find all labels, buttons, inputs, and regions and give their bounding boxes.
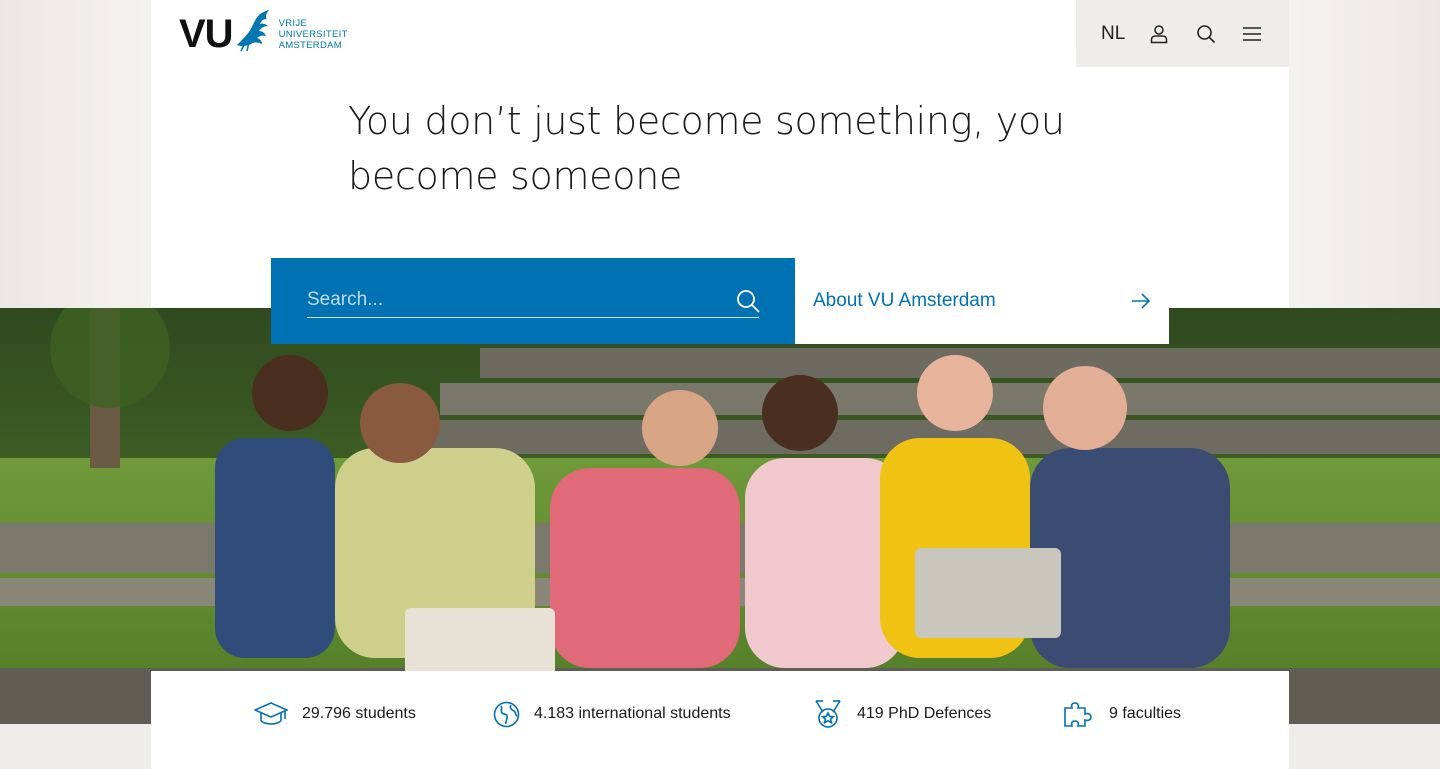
students-photo-illustration [0, 308, 1440, 724]
page-background-right [1289, 0, 1440, 308]
stat-label: 9 faculties [1109, 705, 1182, 722]
logo-wordmark-line: UNIVERSITEIT [278, 28, 348, 40]
account-button[interactable] [1139, 14, 1179, 54]
students-group-photo [0, 308, 1440, 724]
stat-label: 29.796 students [302, 705, 416, 722]
logo-mark: VU [179, 12, 234, 56]
puzzle-icon [1064, 702, 1092, 727]
stat-faculties: 9 faculties [1063, 699, 1181, 729]
menu-button[interactable] [1232, 14, 1272, 54]
logo-wordmark-line: AMSTERDAM [278, 39, 342, 51]
header-tools: NL [1076, 0, 1289, 67]
graduation-cap-icon [254, 702, 288, 725]
search-input[interactable] [307, 286, 759, 318]
stat-international-students: 4.183 international students [493, 699, 731, 729]
logo-wordmark: VRIJE UNIVERSITEIT AMSTERDAM [279, 18, 348, 51]
medal-icon [815, 700, 841, 728]
site-search-form [271, 258, 795, 344]
language-switch-button[interactable]: NL [1093, 14, 1133, 54]
stat-label: 4.183 international students [534, 705, 731, 722]
about-vu-link[interactable]: About VU Amsterdam [795, 258, 1169, 344]
about-vu-label: About VU Amsterdam [813, 290, 996, 311]
globe-icon [493, 701, 520, 727]
header-search-button[interactable] [1186, 14, 1226, 54]
user-icon [1151, 24, 1168, 43]
search-icon [1196, 24, 1215, 43]
stat-phd-defences: 419 PhD Defences [813, 699, 991, 729]
key-figures-bar: 29.796 students 4.183 international stud… [151, 671, 1289, 769]
hero-title-line: become someone [348, 154, 683, 198]
vu-logo-link[interactable]: VU VRIJE UNIVERSITEIT AMSTERDAM [179, 10, 348, 56]
griffin-logo-icon [236, 10, 269, 52]
hamburger-menu-icon [1242, 26, 1261, 41]
search-icon[interactable] [735, 288, 761, 314]
hero-title-line: You don’t just become something, you [348, 99, 1065, 143]
arrow-right-icon [1132, 293, 1151, 309]
site-header: VU VRIJE UNIVERSITEIT AMSTERDAM NL [151, 0, 1289, 67]
hero-title: You don’t just become something, you bec… [348, 94, 1068, 204]
stat-students: 29.796 students [254, 699, 416, 729]
logo-wordmark-line: VRIJE [278, 17, 308, 29]
stat-label: 419 PhD Defences [857, 705, 992, 722]
page-background-left [0, 0, 151, 308]
